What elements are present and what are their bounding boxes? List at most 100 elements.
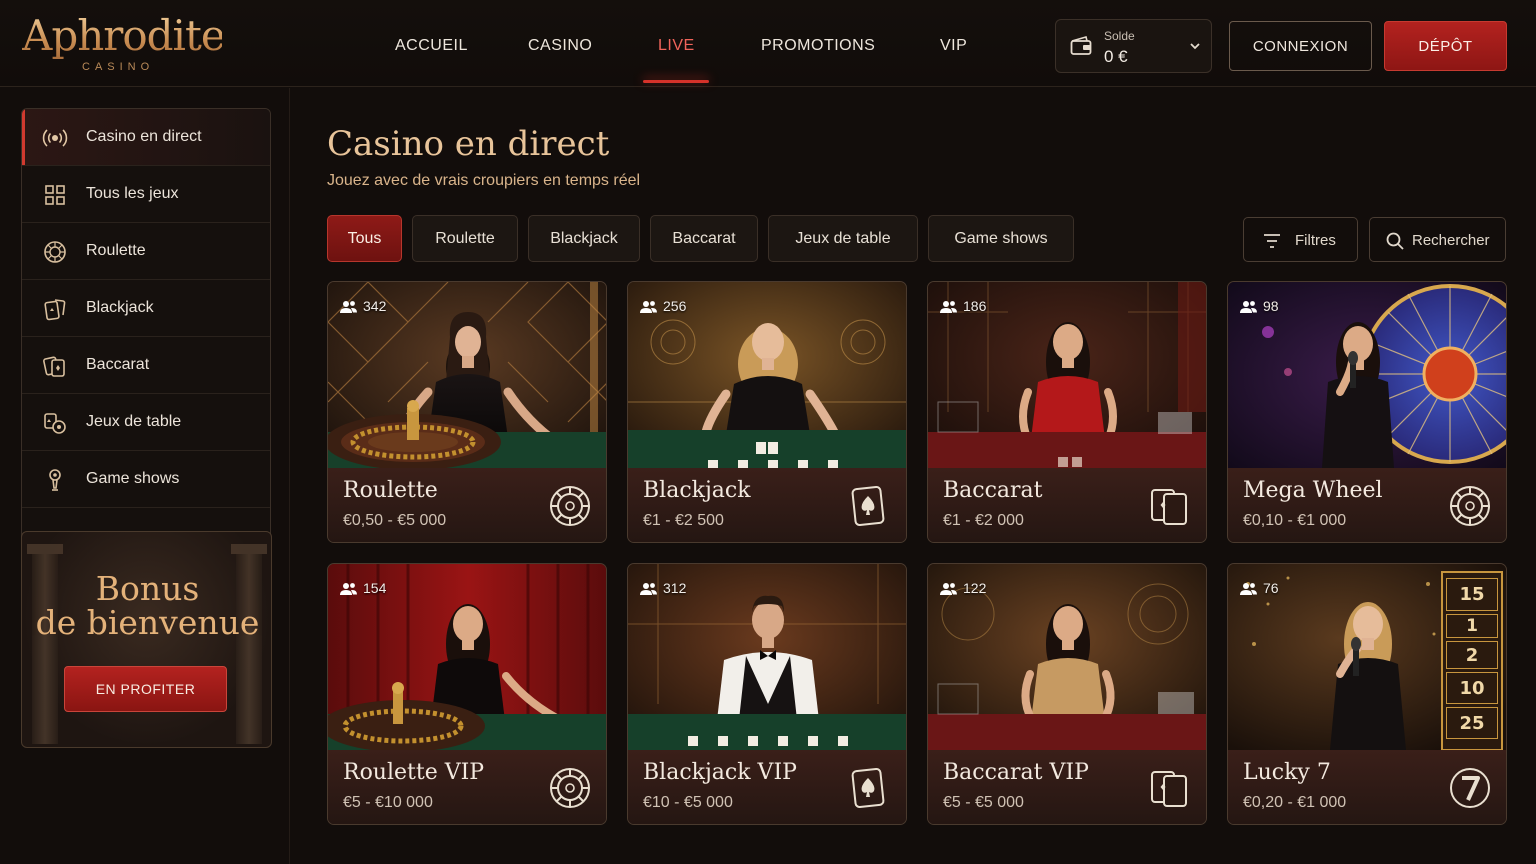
bet-limits: €1 - €2 500 [643, 512, 724, 529]
broadcast-icon [42, 129, 68, 147]
filter-table-games[interactable]: Jeux de table [768, 215, 918, 262]
sidebar-item-table-games[interactable]: Jeux de table [22, 394, 270, 451]
player-count: 154 [340, 580, 386, 596]
microphone-icon [49, 469, 61, 491]
top-header: Aphrodite CASINO ACCUEIL CASINO LIVE PRO… [0, 0, 1536, 87]
bonus-title: Bonus de bienvenue [22, 569, 271, 642]
bonus-title-line1: Bonus [95, 569, 200, 608]
sidebar-item-label: Game shows [86, 470, 180, 487]
game-title: Blackjack [643, 478, 751, 503]
player-count-value: 98 [1263, 298, 1279, 314]
roulette-icon [44, 241, 66, 263]
sidebar-menu: Casino en direct Tous les jeux Roulette [21, 108, 271, 597]
bet-limits: €0,50 - €5 000 [343, 512, 447, 529]
sidebar-item-label: Tous les jeux [86, 185, 179, 202]
sidebar: Casino en direct Tous les jeux Roulette [0, 88, 290, 864]
player-count-value: 122 [963, 580, 987, 596]
board-number: 10 [1446, 672, 1498, 704]
card-info: Blackjack €1 - €2 500 [628, 468, 906, 542]
nav-active-indicator [643, 80, 709, 83]
player-count: 342 [340, 298, 386, 314]
bet-limits: €1 - €2 000 [943, 512, 1024, 529]
sidebar-item-all-games[interactable]: Tous les jeux [22, 166, 270, 223]
two-cards-icon [1151, 489, 1187, 525]
search-label: Rechercher [1412, 232, 1490, 249]
board-number: 1 [1446, 614, 1498, 638]
baccarat-icon [43, 356, 65, 377]
users-icon [640, 300, 657, 313]
filter-baccarat[interactable]: Baccarat [650, 215, 758, 262]
balance-value: 0 € [1104, 47, 1128, 66]
game-card-baccarat[interactable]: 186 Baccarat €1 - €2 000 [927, 281, 1207, 543]
nav-accueil[interactable]: ACCUEIL [395, 37, 468, 55]
filter-icon [1264, 234, 1280, 248]
game-title: Baccarat VIP [943, 760, 1089, 785]
player-count-value: 256 [663, 298, 687, 314]
game-title: Mega Wheel [1243, 478, 1383, 503]
page-subtitle: Jouez avec de vrais croupiers en temps r… [327, 172, 641, 189]
player-count: 122 [940, 580, 986, 596]
users-icon [640, 582, 657, 595]
game-card-blackjack-vip[interactable]: 312 Blackjack VIP €10 - €5 000 [627, 563, 907, 825]
filter-game-shows[interactable]: Game shows [928, 215, 1074, 262]
sidebar-item-label: Jeux de table [86, 413, 182, 430]
page-title: Casino en direct [327, 124, 610, 164]
deposit-button[interactable]: DÉPÔT [1384, 21, 1507, 71]
users-icon [940, 582, 957, 595]
login-button[interactable]: CONNEXION [1229, 21, 1372, 71]
player-count: 98 [1240, 298, 1279, 314]
sidebar-item-label: Blackjack [86, 299, 154, 316]
card-info: Roulette €0,50 - €5 000 [328, 468, 606, 542]
card-info: Baccarat €1 - €2 000 [928, 468, 1206, 542]
card-info: Roulette VIP €5 - €10 000 [328, 750, 606, 824]
player-count-value: 186 [963, 298, 987, 314]
balance-dropdown[interactable]: Solde 0 € [1055, 19, 1212, 73]
game-card-lucky-7[interactable]: 15 1 2 10 25 76 Lucky 7 €0,20 - €1 000 [1227, 563, 1507, 825]
filters-button[interactable]: Filtres [1243, 217, 1358, 262]
filter-tous[interactable]: Tous [327, 215, 402, 262]
brand-logo[interactable]: Aphrodite CASINO [22, 12, 226, 78]
seven-badge-icon [1450, 768, 1490, 808]
board-number: 25 [1446, 707, 1498, 739]
claim-bonus-button[interactable]: EN PROFITER [64, 666, 227, 712]
player-count: 186 [940, 298, 986, 314]
player-count-value: 312 [663, 580, 687, 596]
bet-limits: €5 - €5 000 [943, 794, 1024, 811]
nav-vip[interactable]: VIP [940, 37, 967, 55]
card-info: Lucky 7 €0,20 - €1 000 [1228, 750, 1506, 824]
sidebar-item-roulette[interactable]: Roulette [22, 223, 270, 280]
game-card-baccarat-vip[interactable]: 122 Baccarat VIP €5 - €5 000 [927, 563, 1207, 825]
bet-limits: €10 - €5 000 [643, 794, 733, 811]
search-icon [1386, 232, 1404, 250]
sidebar-item-baccarat[interactable]: Baccarat [22, 337, 270, 394]
board-number: 2 [1446, 641, 1498, 669]
nav-promotions[interactable]: PROMOTIONS [761, 37, 875, 55]
game-title: Roulette VIP [343, 760, 485, 785]
table-games-icon [44, 413, 66, 434]
welcome-bonus-banner: Bonus de bienvenue EN PROFITER [21, 531, 272, 748]
search-button[interactable]: Rechercher [1369, 217, 1506, 262]
wallet-icon [1070, 36, 1092, 55]
game-title: Roulette [343, 478, 438, 503]
sidebar-item-blackjack[interactable]: Blackjack [22, 280, 270, 337]
bet-limits: €0,20 - €1 000 [1243, 794, 1347, 811]
game-title: Lucky 7 [1243, 760, 1331, 785]
nav-casino[interactable]: CASINO [528, 37, 592, 55]
game-card-roulette-vip[interactable]: 154 Roulette VIP €5 - €10 000 [327, 563, 607, 825]
player-count-value: 154 [363, 580, 387, 596]
bonus-title-line2: de bienvenue [35, 603, 260, 642]
game-card-mega-wheel[interactable]: 98 Mega Wheel €0,10 - €1 000 [1227, 281, 1507, 543]
nav-live[interactable]: LIVE [658, 37, 695, 55]
cards-icon [44, 299, 66, 321]
game-card-blackjack[interactable]: 256 Blackjack €1 - €2 500 [627, 281, 907, 543]
game-title: Baccarat [943, 478, 1043, 503]
sidebar-item-game-shows[interactable]: Game shows [22, 451, 270, 508]
spade-card-icon [851, 486, 885, 526]
sidebar-item-live-casino[interactable]: Casino en direct [22, 109, 270, 166]
users-icon [1240, 582, 1257, 595]
sidebar-item-label: Baccarat [86, 356, 150, 373]
game-card-roulette[interactable]: 342 Roulette €0,50 - €5 000 [327, 281, 607, 543]
chevron-down-icon [1190, 43, 1200, 50]
filter-blackjack[interactable]: Blackjack [528, 215, 640, 262]
filter-roulette[interactable]: Roulette [412, 215, 518, 262]
